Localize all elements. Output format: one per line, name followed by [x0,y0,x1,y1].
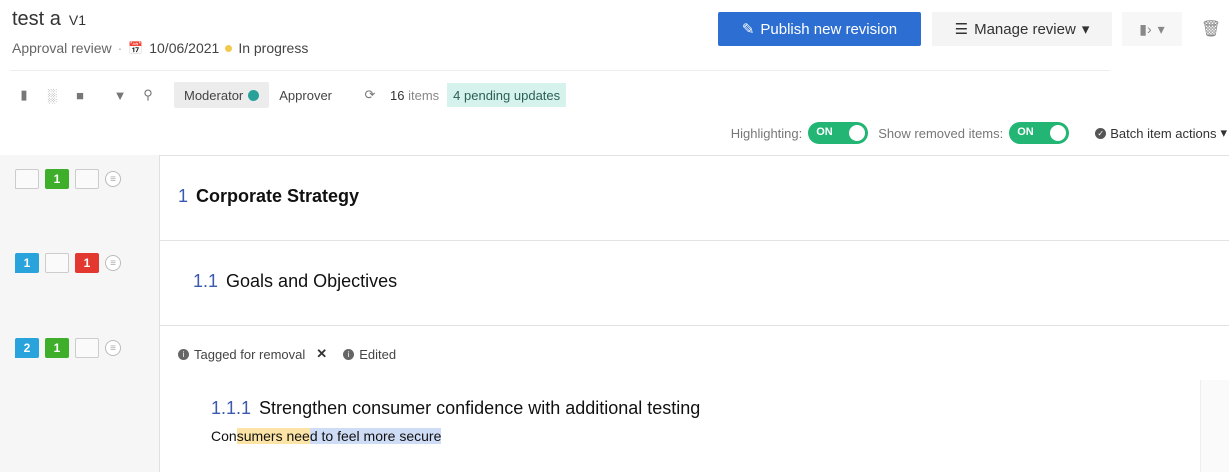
review-date: 10/06/2021 [149,40,220,56]
calendar-icon: 📅 [128,41,144,55]
row-badges: 1 ≡ [15,169,121,189]
info-icon: i [343,348,355,360]
tagged-for-removal-tag: i Tagged for removal ✕ [178,346,327,362]
show-removed-toggle[interactable]: ON [1009,122,1070,144]
items-count: 16 items [390,88,439,103]
items-count-label: items [408,87,440,103]
comments-icon[interactable]: ■ [66,82,94,108]
section-title: Strengthen consumer confidence with addi… [259,398,701,418]
manage-review-button[interactable]: ☰ Manage review ▾ [932,12,1112,46]
moderator-label: Moderator [184,87,244,103]
comment-count-badge[interactable] [15,169,39,189]
right-margin-panel [1200,380,1229,472]
section-heading: 1.1 Goals and Objectives [193,271,397,292]
row-badges: 1 1 ≡ [15,253,121,273]
tag-label: Edited [359,346,397,362]
review-meta: Approval review · 📅 10/06/2021 In progre… [12,40,308,56]
section-number: 1.1.1 [211,398,252,418]
tab-approver[interactable]: Approver [269,82,342,108]
body-text-highlight-blue: d to feel more secure [309,428,442,444]
section-number: 1 [178,186,189,206]
comment-count-badge[interactable]: 2 [15,338,39,358]
publish-label: Publish new revision [760,20,898,38]
neutral-count-badge[interactable] [75,338,99,358]
show-removed-toggle-state: ON [1017,126,1034,138]
neutral-count-badge[interactable] [75,169,99,189]
section-heading: 1.1.1 Strengthen consumer confidence with… [211,398,700,419]
section-title: Corporate Strategy [196,186,360,206]
caret-down-icon: ▾ [1220,125,1227,140]
comment-count-badge[interactable]: 1 [15,253,39,273]
info-icon: i [178,348,189,360]
filter-icon[interactable]: ▼ [106,82,134,108]
section-heading: 1 Corporate Strategy [178,186,359,207]
document-title: test a [12,8,61,30]
status-text: In progress [238,40,309,56]
divider [10,70,1110,71]
highlighting-toggle-state: ON [816,126,833,138]
manage-label: Manage review [974,20,1076,38]
approve-count-badge[interactable] [45,253,69,273]
refresh-icon[interactable]: ⟳ [356,82,384,108]
row-menu-icon[interactable]: ≡ [105,171,121,187]
pencil-icon: ✎ [741,21,755,38]
export-button[interactable]: ▮› ▾ [1122,12,1182,46]
body-text-plain: Con [211,428,237,444]
page-title: test a V1 [12,8,86,31]
delete-button[interactable]: 🗑 [1196,12,1226,46]
toolbar: ▮ ░ ■ ▼ ⚲ Moderator Approver ⟳ 16 items … [10,80,567,110]
header: test a V1 Approval review · 📅 10/06/2021 … [0,0,1229,70]
row-menu-icon[interactable]: ≡ [105,340,121,356]
section-number: 1.1 [193,271,219,291]
reject-count-badge[interactable]: 1 [75,253,99,273]
tag-label: Tagged for removal [194,346,306,362]
pending-updates-badge[interactable]: 4 pending updates [447,83,567,107]
toggle-knob [1050,125,1067,141]
document-view-icon[interactable]: ▮ [10,82,38,108]
publish-revision-button[interactable]: ✎ Publish new revision [718,12,921,46]
caret-down-icon: ▾ [1081,21,1090,38]
approver-label: Approver [279,87,332,103]
export-icon: ▮› [1139,20,1152,37]
review-type: Approval review [12,40,112,56]
row-badges: 2 1 ≡ [15,338,121,358]
items-count-value: 16 [390,87,405,103]
badge-gutter [0,155,160,472]
approve-count-badge[interactable]: 1 [45,169,69,189]
section-title: Goals and Objectives [226,271,398,291]
row-divider [160,240,1229,241]
row-menu-icon[interactable]: ≡ [105,255,121,271]
check-circle-icon: ✓ [1095,127,1107,139]
batch-label: Batch item actions [1110,125,1217,141]
search-icon[interactable]: ⚲ [134,82,162,108]
batch-actions-button[interactable]: ✓ Batch item actions ▾ [1095,125,1227,141]
separator: · [117,40,123,56]
version-label: V1 [68,12,87,28]
approve-count-badge[interactable]: 1 [45,338,69,358]
close-icon[interactable]: ✕ [316,346,327,362]
status-dot-icon [225,44,233,52]
stats-icon[interactable]: ░ [38,82,66,108]
toggle-knob [849,125,866,141]
row-divider [160,155,1229,156]
trash-icon: 🗑 [1200,21,1222,38]
view-options: Highlighting: ON Show removed items: ON … [731,118,1229,148]
show-removed-label: Show removed items: [878,125,1004,141]
item-tags: i Tagged for removal ✕ i Edited [178,346,396,362]
highlighting-toggle[interactable]: ON [808,122,869,144]
section-body-text: Consumers need to feel more secure [211,428,442,444]
edited-tag: i Edited [343,347,396,362]
caret-down-icon: ▾ [1157,20,1165,37]
info-icon [248,89,260,101]
highlighting-label: Highlighting: [730,125,803,141]
row-divider [160,325,1229,326]
list-icon: ☰ [954,21,969,38]
body-text-highlight-yellow: sumers nee [236,428,310,444]
tab-moderator[interactable]: Moderator [174,82,270,108]
